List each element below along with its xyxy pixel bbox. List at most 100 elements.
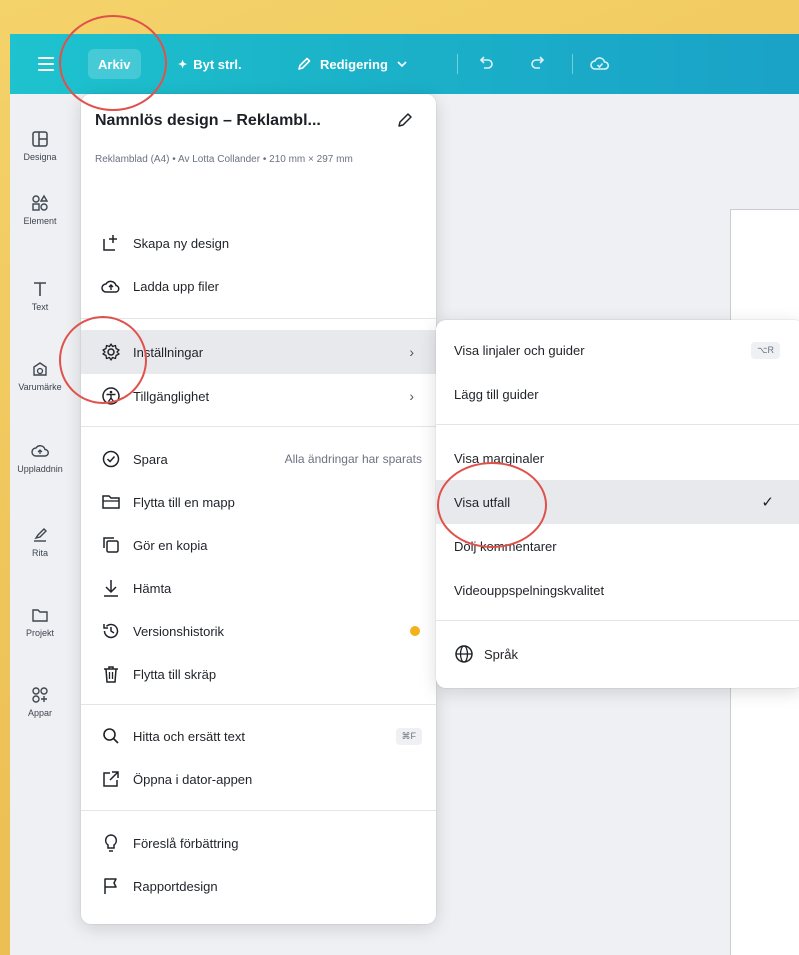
submenu-item-add-guides[interactable]: Lägg till guider [436, 372, 799, 416]
flag-icon [104, 878, 117, 894]
submenu-item-label: Dölj kommentarer [454, 538, 557, 554]
menu-divider [436, 620, 799, 621]
menu-item-label: Inställningar [133, 344, 204, 360]
arkiv-button[interactable]: Arkiv [88, 49, 141, 79]
left-sidebar: Designa Element Text Varumärke Uppladdni… [10, 94, 70, 955]
toolbar-divider [572, 54, 573, 74]
menu-item-upload[interactable]: Ladda upp filer [81, 266, 436, 306]
top-toolbar: Arkiv ✦ Byt strl. Redigering [10, 34, 799, 94]
resize-label: Byt strl. [193, 56, 242, 72]
copy-icon [103, 537, 119, 553]
sidebar-item-uppladdningar[interactable]: Uppladdnin [10, 442, 70, 474]
globe-icon [455, 645, 473, 663]
sidebar-label: Text [31, 302, 49, 312]
undo-icon[interactable] [476, 54, 496, 74]
menu-item-new-design[interactable]: Skapa ny design [81, 223, 436, 263]
menu-item-download[interactable]: Hämta [81, 568, 436, 608]
menu-item-move-folder[interactable]: Flytta till en mapp [81, 482, 436, 522]
sparkle-icon: ✦ [178, 58, 188, 71]
editing-mode-button[interactable]: Redigering [286, 49, 418, 79]
sidebar-item-projekt[interactable]: Projekt [10, 606, 70, 638]
arkiv-label: Arkiv [98, 56, 131, 72]
submenu-item-bleed[interactable]: Visa utfall ✓ [436, 480, 799, 524]
folder-icon [32, 609, 48, 622]
menu-divider [81, 810, 436, 811]
sidebar-item-rita[interactable]: Rita [10, 526, 70, 558]
menu-item-label: Flytta till skräp [133, 666, 217, 682]
design-meta: Reklamblad (A4) • Av Lotta Collander • 2… [95, 154, 353, 165]
menu-item-label: Öppna i dator-appen [133, 771, 253, 787]
sidebar-label: Element [23, 216, 57, 226]
menu-item-settings[interactable]: Inställningar › [81, 330, 436, 374]
menu-item-label: Spara [133, 451, 168, 467]
shapes-icon [32, 194, 49, 211]
menu-divider [81, 426, 436, 427]
sidebar-item-appar[interactable]: Appar [10, 686, 70, 718]
menu-item-label: Rapportdesign [133, 878, 218, 894]
menu-item-version-history[interactable]: Versionshistorik [81, 611, 436, 651]
accessibility-icon [102, 387, 120, 405]
submenu-item-video-quality[interactable]: Videouppspelningskvalitet [436, 568, 799, 612]
menu-item-label: Gör en kopia [133, 537, 208, 553]
menu-item-label: Föreslå förbättring [133, 835, 239, 851]
cloud-upload-icon [31, 445, 49, 457]
menu-item-label: Ladda upp filer [133, 278, 220, 294]
menu-item-find-replace[interactable]: Hitta och ersätt text ⌘F [81, 716, 436, 756]
layout-icon [32, 131, 48, 147]
rename-pencil-icon[interactable] [396, 111, 414, 129]
design-title[interactable]: Namnlös design – Reklambl... [95, 112, 321, 130]
menu-item-label: Versionshistorik [133, 623, 225, 639]
menu-item-trash[interactable]: Flytta till skräp [81, 654, 436, 694]
checkmark-icon: ✓ [761, 494, 774, 511]
menu-item-label: Skapa ny design [133, 235, 230, 251]
chevron-right-icon: › [409, 388, 414, 404]
submenu-item-hide-comments[interactable]: Dölj kommentarer [436, 524, 799, 568]
external-link-icon [103, 771, 119, 787]
menu-divider [81, 704, 436, 705]
sidebar-label: Designa [23, 152, 57, 162]
redo-icon[interactable] [528, 54, 548, 74]
menu-item-open-desktop[interactable]: Öppna i dator-appen [81, 759, 436, 799]
sidebar-item-varumarke[interactable]: Varumärke [10, 360, 70, 392]
cloud-saved-icon[interactable] [590, 54, 610, 74]
editor-app: Arkiv ✦ Byt strl. Redigering Designa Ele… [10, 34, 799, 955]
sidebar-label: Appar [27, 708, 53, 718]
menu-item-label: Hitta och ersätt text [133, 728, 245, 744]
sidebar-item-element[interactable]: Element [10, 194, 70, 226]
settings-submenu: Visa linjaler och guider ⌥R Lägg till gu… [436, 320, 799, 688]
lightbulb-icon [104, 834, 118, 852]
resize-button[interactable]: ✦ Byt strl. [168, 49, 252, 79]
sidebar-label: Varumärke [18, 382, 62, 392]
menu-item-save[interactable]: Spara Alla ändringar har sparats [81, 439, 436, 479]
hamburger-menu-icon[interactable] [38, 53, 54, 75]
menu-item-label: Hämta [133, 580, 172, 596]
download-icon [104, 580, 118, 597]
menu-item-report[interactable]: Rapportdesign [81, 866, 436, 906]
shortcut-badge: ⌘F [395, 727, 422, 745]
menu-item-suggest[interactable]: Föreslå förbättring [81, 823, 436, 863]
sidebar-item-text[interactable]: Text [10, 280, 70, 312]
brand-icon [33, 362, 47, 376]
toolbar-divider [457, 54, 458, 74]
submenu-item-label: Visa marginaler [454, 450, 545, 466]
submenu-item-rulers[interactable]: Visa linjaler och guider ⌥R [436, 328, 799, 372]
menu-item-copy[interactable]: Gör en kopia [81, 525, 436, 565]
submenu-item-label: Visa utfall [454, 494, 511, 510]
submenu-item-margins[interactable]: Visa marginaler [436, 436, 799, 480]
submenu-item-label: Lägg till guider [454, 386, 539, 402]
submenu-item-language[interactable]: Språk [436, 632, 799, 676]
save-status: Alla ändringar har sparats [284, 452, 422, 466]
menu-divider [436, 424, 799, 425]
sidebar-label: Uppladdnin [17, 464, 63, 474]
submenu-item-label: Språk [484, 646, 518, 662]
sidebar-item-designa[interactable]: Designa [10, 130, 70, 162]
menu-divider [81, 318, 436, 319]
apps-icon [32, 687, 48, 703]
sidebar-label: Projekt [25, 628, 54, 638]
editing-mode-label: Redigering [320, 56, 388, 72]
menu-item-accessibility[interactable]: Tillgänglighet › [81, 376, 436, 416]
premium-badge-icon [410, 626, 420, 636]
chevron-right-icon: › [409, 344, 414, 360]
sidebar-label: Rita [31, 548, 48, 558]
shortcut-badge: ⌥R [751, 341, 780, 359]
